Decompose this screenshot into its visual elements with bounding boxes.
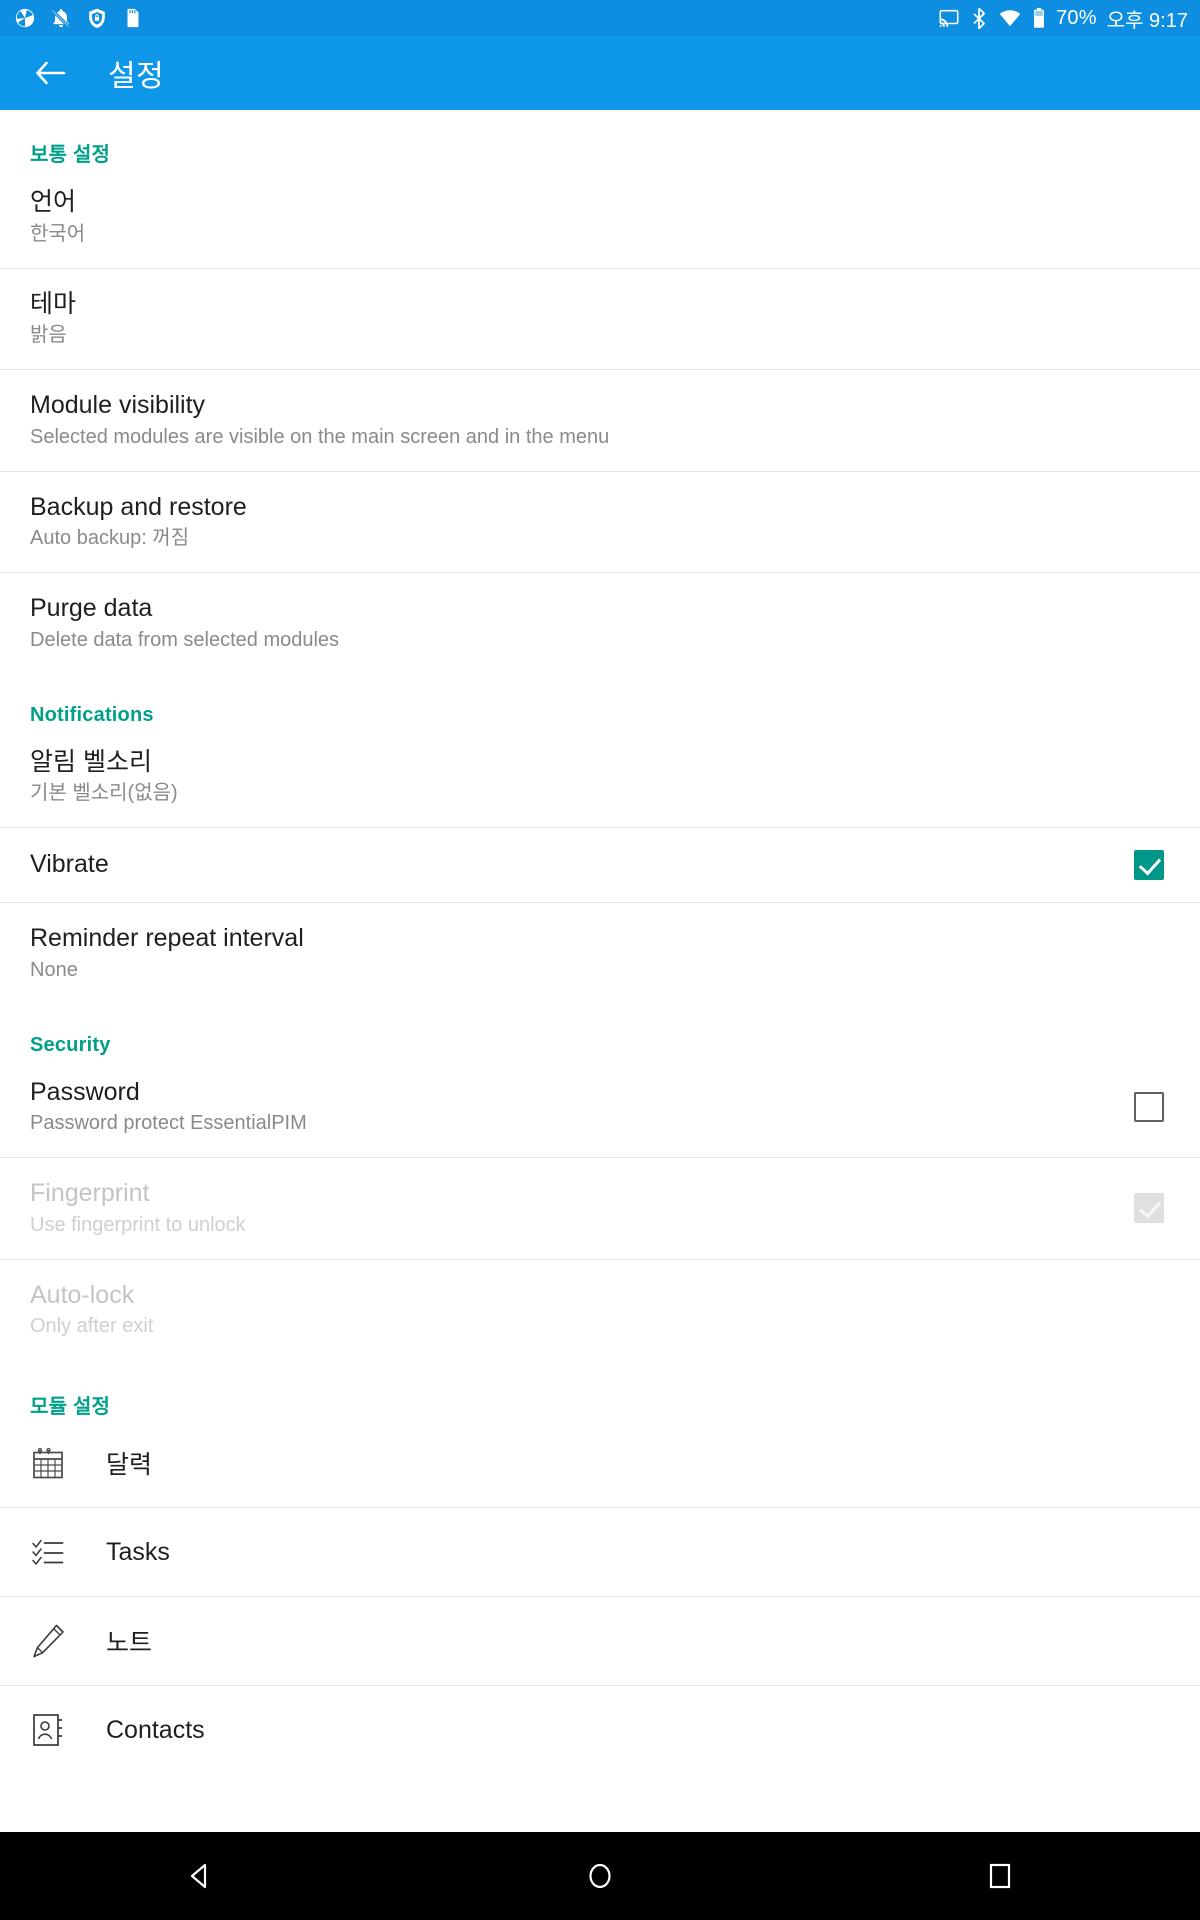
settings-row-auto-lock: Auto-lock Only after exit [0,1260,1200,1361]
row-title: 알림 벨소리 [30,747,152,776]
section-header-notifications: Notifications [30,703,154,726]
row-subtitle: Use fingerprint to unlock [30,1213,246,1236]
battery-icon [1032,7,1046,29]
settings-row-language[interactable]: 언어 한국어 [0,167,1200,268]
row-title: Password [30,1077,140,1106]
section-header-security: Security [30,1033,111,1056]
settings-row-notification-ringtone[interactable]: 알림 벨소리 기본 벨소리(없음) [0,727,1200,828]
nav-recents-icon[interactable] [945,1832,1055,1920]
section-header-general: 보통 설정 [30,144,111,166]
row-subtitle: Selected modules are visible on the main… [30,425,610,448]
nav-home-icon[interactable] [545,1832,655,1920]
settings-row-purge-data[interactable]: Purge data Delete data from selected mod… [0,573,1200,674]
wifi-icon [998,7,1022,29]
row-subtitle: 한국어 [30,222,86,245]
status-bar-right-icons: 70% 오후 9:17 [938,4,1188,33]
back-arrow-icon[interactable] [30,53,70,93]
module-label: 노트 [106,1629,153,1657]
settings-row-vibrate[interactable]: Vibrate [0,828,1200,902]
android-navigation-bar [0,1832,1200,1920]
cast-icon [938,7,960,29]
row-subtitle: Auto backup: 꺼짐 [30,527,190,549]
fingerprint-checkbox [1134,1193,1164,1224]
settings-row-password[interactable]: Password Password protect EssentialPIM [0,1057,1200,1158]
row-title: Module visibility [30,391,206,419]
row-title: Reminder repeat interval [30,924,304,952]
row-subtitle: None [30,958,78,981]
page-title: 설정 [108,60,165,93]
module-row-notes[interactable]: 노트 [0,1597,1200,1685]
settings-row-backup-and-restore[interactable]: Backup and restore Auto backup: 꺼짐 [0,472,1200,573]
row-subtitle: 기본 벨소리(없음) [30,782,178,804]
app-bar: 설정 [0,36,1200,110]
notifications-off-icon [50,7,72,29]
settings-row-reminder-repeat-interval[interactable]: Reminder repeat interval None [0,903,1200,1004]
checklist-icon [28,1532,68,1572]
sd-card-icon [122,7,144,29]
row-title: Purge data [30,594,153,622]
password-checkbox[interactable] [1134,1091,1164,1122]
module-row-contacts[interactable]: Contacts [0,1686,1200,1774]
module-label: Contacts [106,1715,205,1744]
pen-icon [28,1621,68,1661]
row-title: Backup and restore [30,492,247,521]
module-row-calendar[interactable]: 달력 [0,1419,1200,1507]
section-header-modules: 모듈 설정 [30,1396,111,1418]
row-subtitle: Only after exit [30,1315,154,1337]
battery-percent-label: 70% [1056,6,1097,29]
status-bar: 70% 오후 9:17 [0,0,1200,36]
module-label: Tasks [106,1537,170,1566]
status-bar-clock: 오후 9:17 [1106,9,1188,32]
row-subtitle: Delete data from selected modules [30,628,340,651]
settings-row-fingerprint: Fingerprint Use fingerprint to unlock [0,1158,1200,1259]
bluetooth-icon [970,7,988,29]
shield-lock-icon [86,7,108,29]
nav-back-icon[interactable] [145,1832,255,1920]
address-book-icon [28,1710,68,1750]
camera-icon [14,7,36,29]
settings-list[interactable]: 보통 설정 언어 한국어 테마 밝음 Module visibility Sel… [0,110,1200,1774]
module-row-tasks[interactable]: Tasks [0,1508,1200,1596]
status-bar-left-icons [14,7,144,29]
row-title: 언어 [30,188,77,216]
vibrate-checkbox[interactable] [1134,850,1164,880]
row-subtitle: 밝음 [30,324,67,346]
settings-row-theme[interactable]: 테마 밝음 [0,269,1200,370]
row-title: Auto-lock [30,1280,135,1309]
row-title: Vibrate [30,850,109,879]
module-label: 달력 [106,1451,153,1479]
calendar-icon [28,1443,68,1483]
row-title: 테마 [30,289,77,318]
row-subtitle: Password protect EssentialPIM [30,1112,307,1134]
settings-screen: 70% 오후 9:17 설정 보통 설정 언어 한국어 테마 밝음 Module… [0,0,1200,1920]
row-title: Fingerprint [30,1179,150,1207]
settings-row-module-visibility[interactable]: Module visibility Selected modules are v… [0,370,1200,471]
